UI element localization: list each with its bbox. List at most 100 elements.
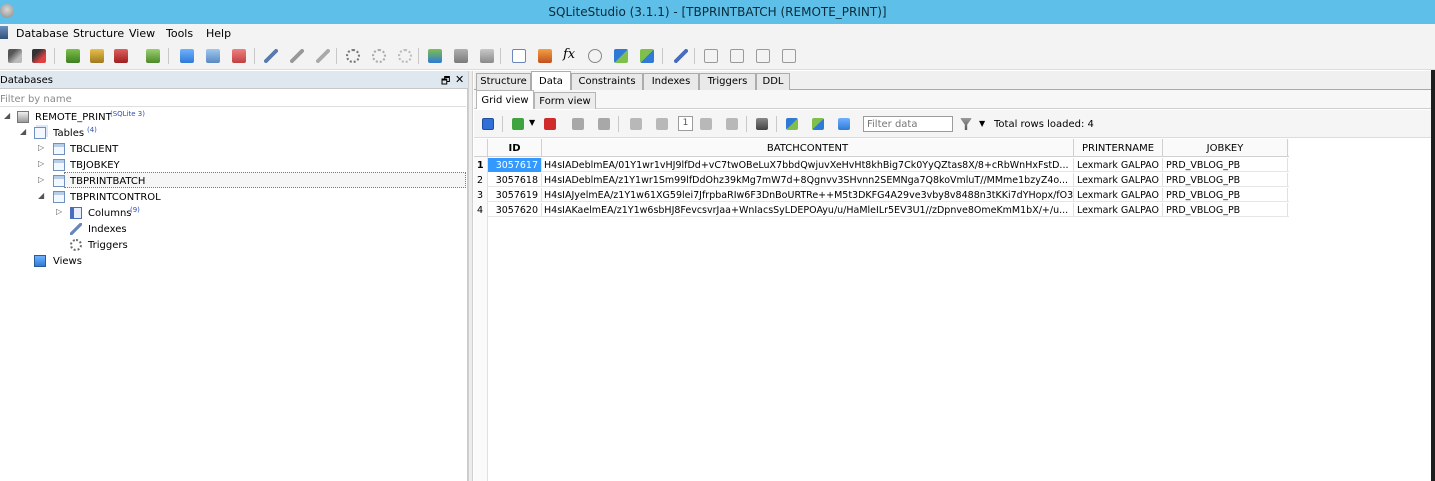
cell-jobkey[interactable]: PRD_VBLOG_PB — [1163, 173, 1288, 187]
page-number-field[interactable]: 1 — [678, 116, 693, 131]
cell-printername[interactable]: Lexmark GALPAO — [1074, 188, 1163, 202]
menu-structure[interactable]: Structure — [73, 27, 124, 40]
tree-table-tbprintcontrol[interactable]: ◢ TBPRINTCONTROL — [0, 190, 300, 205]
tile-horizontal-icon[interactable] — [730, 49, 744, 63]
import-icon[interactable] — [614, 49, 628, 63]
tab-indexes[interactable]: Indexes — [643, 73, 699, 90]
menu-view[interactable]: View — [129, 27, 155, 40]
tab-constraints[interactable]: Constraints — [571, 73, 643, 90]
connect-icon[interactable] — [8, 49, 22, 63]
export-icon[interactable] — [538, 49, 552, 63]
expand-arrow-icon[interactable]: ▷ — [38, 159, 44, 168]
cell-id[interactable]: 3057619 — [488, 188, 542, 202]
expand-arrow-icon[interactable]: ▷ — [38, 175, 44, 184]
table-row[interactable]: 3 3057619 H4sIAJyelmEA/z1Y1w61XG59lei7Jf… — [474, 188, 1289, 202]
tab-form-view[interactable]: Form view — [534, 92, 596, 109]
delete-table-icon[interactable] — [232, 49, 246, 63]
previous-page-icon[interactable] — [656, 118, 668, 130]
populate-icon[interactable] — [640, 49, 654, 63]
collapse-arrow-icon[interactable]: ◢ — [20, 127, 26, 136]
create-table-icon[interactable] — [180, 49, 194, 63]
cell-id[interactable]: 3057617 — [488, 158, 542, 172]
cell-id[interactable]: 3057618 — [488, 173, 542, 187]
cell-batchcontent[interactable]: H4sIAJyelmEA/z1Y1w61XG59lei7JfrpbaRIw6F3… — [542, 188, 1074, 202]
row-number[interactable]: 3 — [474, 188, 488, 202]
print-icon[interactable] — [756, 118, 768, 130]
table-row[interactable]: 2 3057618 H4sIADeblmEA/z1Y1wr1Sm99lfDdOh… — [474, 173, 1289, 187]
delete-trigger-icon[interactable] — [398, 49, 412, 63]
row-number[interactable]: 2 — [474, 173, 488, 187]
tree-triggers-node[interactable]: Triggers — [0, 238, 300, 253]
table-row[interactable]: 1 3057617 H4sIADeblmEA/01Y1wr1vHJ9lfDd+v… — [474, 158, 1289, 172]
tree-columns-node[interactable]: ▷ Columns (9) — [0, 206, 300, 221]
edit-view-icon[interactable] — [454, 49, 468, 63]
close-panel-icon[interactable]: ✕ — [455, 73, 464, 86]
column-header-jobkey[interactable]: JOBKEY — [1163, 139, 1288, 157]
tile-windows-icon[interactable] — [704, 49, 718, 63]
edit-table-icon[interactable] — [206, 49, 220, 63]
column-header-batchcontent[interactable]: BATCHCONTENT — [542, 139, 1074, 157]
import-data-icon[interactable] — [786, 118, 798, 130]
menu-database[interactable]: Database — [16, 27, 69, 40]
cell-printername[interactable]: Lexmark GALPAO — [1074, 173, 1163, 187]
sql-editor-icon[interactable] — [512, 49, 526, 63]
data-filter-text[interactable] — [864, 117, 952, 131]
tree-database-remote-print[interactable]: ◢ REMOTE_PRINT (SQLite 3) — [0, 110, 300, 125]
tree-table-tbprintbatch[interactable]: ▷ TBPRINTBATCH — [0, 174, 300, 189]
insert-row-dropdown-icon[interactable]: ▼ — [529, 118, 535, 127]
database-filter-input[interactable]: Filter by name — [0, 91, 466, 107]
cell-jobkey[interactable]: PRD_VBLOG_PB — [1163, 158, 1288, 172]
filter-icon[interactable] — [960, 118, 972, 130]
cell-jobkey[interactable]: PRD_VBLOG_PB — [1163, 203, 1288, 217]
tile-vertical-icon[interactable] — [756, 49, 770, 63]
rollback-icon[interactable] — [598, 118, 610, 130]
disconnect-icon[interactable] — [32, 49, 46, 63]
insert-row-icon[interactable] — [512, 118, 524, 130]
tree-table-tbjobkey[interactable]: ▷ TBJOBKEY — [0, 158, 300, 173]
last-page-icon[interactable] — [726, 118, 738, 130]
float-panel-icon[interactable]: 🗗 — [441, 74, 450, 91]
populate-data-icon[interactable] — [838, 118, 850, 130]
add-database-icon[interactable] — [66, 49, 80, 63]
expand-arrow-icon[interactable]: ▷ — [56, 207, 62, 216]
panel-splitter[interactable] — [468, 71, 473, 481]
corner-cell[interactable] — [474, 139, 488, 157]
cell-printername[interactable]: Lexmark GALPAO — [1074, 158, 1163, 172]
data-filter-input[interactable] — [863, 116, 953, 132]
tree-views-node[interactable]: Views — [0, 254, 300, 269]
create-view-icon[interactable] — [428, 49, 442, 63]
functions-icon[interactable]: fx — [563, 47, 575, 62]
cell-jobkey[interactable]: PRD_VBLOG_PB — [1163, 188, 1288, 202]
menu-tools[interactable]: Tools — [166, 27, 193, 40]
next-page-icon[interactable] — [700, 118, 712, 130]
edit-index-icon[interactable] — [290, 49, 304, 63]
cell-batchcontent[interactable]: H4sIADeblmEA/z1Y1wr1Sm99lfDdOhz39kMg7mW7… — [542, 173, 1074, 187]
tab-ddl[interactable]: DDL — [756, 73, 790, 90]
cell-batchcontent[interactable]: H4sIADeblmEA/01Y1wr1vHJ9lfDd+vC7twOBeLuX… — [542, 158, 1074, 172]
config-icon[interactable] — [674, 49, 688, 63]
tree-table-tbclient[interactable]: ▷ TBCLIENT — [0, 142, 300, 157]
menu-help[interactable]: Help — [206, 27, 231, 40]
collapse-arrow-icon[interactable]: ◢ — [38, 191, 44, 200]
first-page-icon[interactable] — [630, 118, 642, 130]
tab-structure[interactable]: Structure — [476, 73, 531, 90]
cascade-windows-icon[interactable] — [782, 49, 796, 63]
table-row[interactable]: 4 3057620 H4sIAKaelmEA/z1Y1w6sbHJ8Fevcsv… — [474, 203, 1289, 217]
tree-indexes-node[interactable]: Indexes — [0, 222, 300, 237]
delete-view-icon[interactable] — [480, 49, 494, 63]
tab-triggers[interactable]: Triggers — [699, 73, 756, 90]
cell-batchcontent[interactable]: H4sIAKaelmEA/z1Y1w6sbHJ8FevcsvrJaa+WnIac… — [542, 203, 1074, 217]
collapse-arrow-icon[interactable]: ◢ — [4, 111, 10, 120]
edit-trigger-icon[interactable] — [372, 49, 386, 63]
create-index-icon[interactable] — [264, 49, 278, 63]
create-trigger-icon[interactable] — [346, 49, 360, 63]
remove-database-icon[interactable] — [114, 49, 128, 63]
refresh-database-icon[interactable] — [146, 49, 160, 63]
tab-grid-view[interactable]: Grid view — [476, 90, 534, 109]
cell-printername[interactable]: Lexmark GALPAO — [1074, 203, 1163, 217]
refresh-data-icon[interactable] — [482, 118, 494, 130]
cell-id[interactable]: 3057620 — [488, 203, 542, 217]
delete-row-icon[interactable] — [544, 118, 556, 130]
row-number[interactable]: 4 — [474, 203, 488, 217]
tab-data[interactable]: Data — [531, 71, 571, 91]
